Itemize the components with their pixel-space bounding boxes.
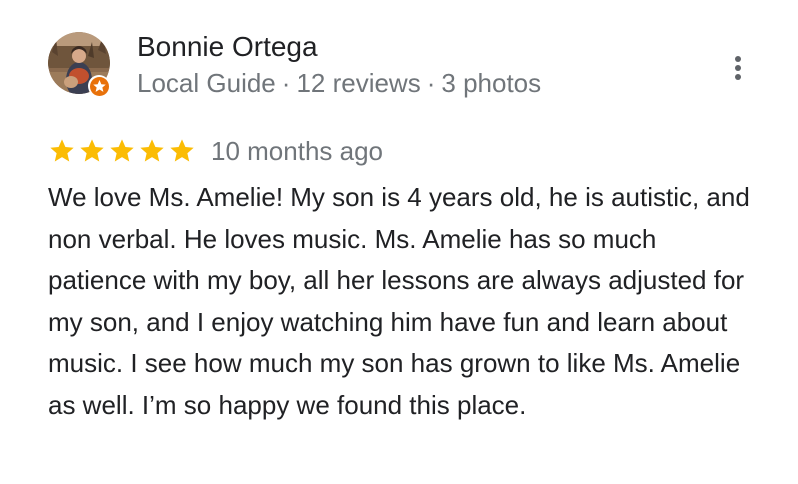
reviewer-role: Local Guide: [137, 68, 276, 98]
star-filled-icon: [138, 137, 166, 165]
star-filled-icon: [168, 137, 196, 165]
reviewer-name[interactable]: Bonnie Ortega: [137, 29, 318, 65]
review-card: Bonnie Ortega Local Guide · 12 reviews · 3 p…: [0, 0, 798, 484]
rating-row: 10 months ago: [48, 133, 383, 169]
star-filled-icon: [78, 137, 106, 165]
star-filled-icon: [48, 137, 76, 165]
local-guide-badge: [88, 75, 110, 97]
local-guide-star-icon: [89, 76, 109, 96]
reviewer-review-count: 12 reviews: [296, 68, 421, 98]
star-filled-icon: [108, 137, 136, 165]
star-rating: [48, 137, 196, 165]
meta-separator: ·: [426, 68, 436, 98]
review-text: We love Ms. Amelie! My son is 4 years ol…: [48, 182, 750, 420]
reviewer-meta: Local Guide · 12 reviews · 3 photos: [137, 66, 541, 100]
more-options-button[interactable]: [722, 50, 754, 86]
reviewer-photo-count: 3 photos: [441, 68, 542, 98]
meta-separator: ·: [281, 68, 291, 98]
review-date: 10 months ago: [211, 136, 384, 166]
more-vertical-icon: [735, 56, 741, 80]
reviewer-avatar[interactable]: [48, 32, 110, 97]
